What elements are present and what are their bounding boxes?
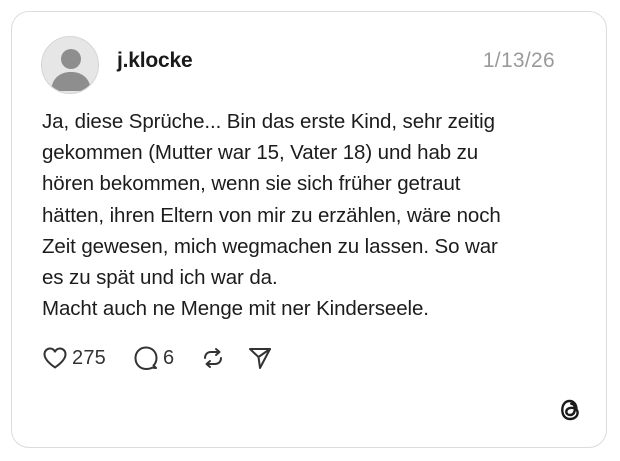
repost-icon [200,345,226,371]
avatar[interactable] [41,36,99,94]
repost-button[interactable] [200,342,226,374]
post-line: es zu spät und ich war da. [42,266,278,290]
like-count: 275 [72,346,106,369]
like-button[interactable]: 275 [42,342,106,374]
post-body: Ja, diese Sprüche... Bin das erste Kind,… [42,106,582,324]
post-line: gekommen (Mutter war 15, Vater 18) und h… [42,141,479,165]
post-line: Zeit gewesen, mich wegmachen zu lassen. … [42,234,498,258]
reply-button[interactable]: 6 [133,342,174,374]
heart-icon [42,346,68,370]
post-date: 1/13/26 [482,49,555,72]
comment-bubble-icon [133,345,159,371]
post-line: Macht auch ne Menge mit ner Kinderseele. [42,297,429,321]
send-icon [247,345,273,371]
reply-count: 6 [163,346,175,369]
post-line: hören bekommen, wenn sie sich früher get… [42,172,461,196]
post-line: hätten, ihren Eltern von mir zu erzählen… [42,203,501,227]
username[interactable]: j.klocke [117,49,193,73]
default-avatar-icon [51,49,91,91]
share-button[interactable] [247,342,273,374]
threads-logo-icon [556,395,584,430]
post-line: Ja, diese Sprüche... Bin das erste Kind,… [42,110,495,133]
